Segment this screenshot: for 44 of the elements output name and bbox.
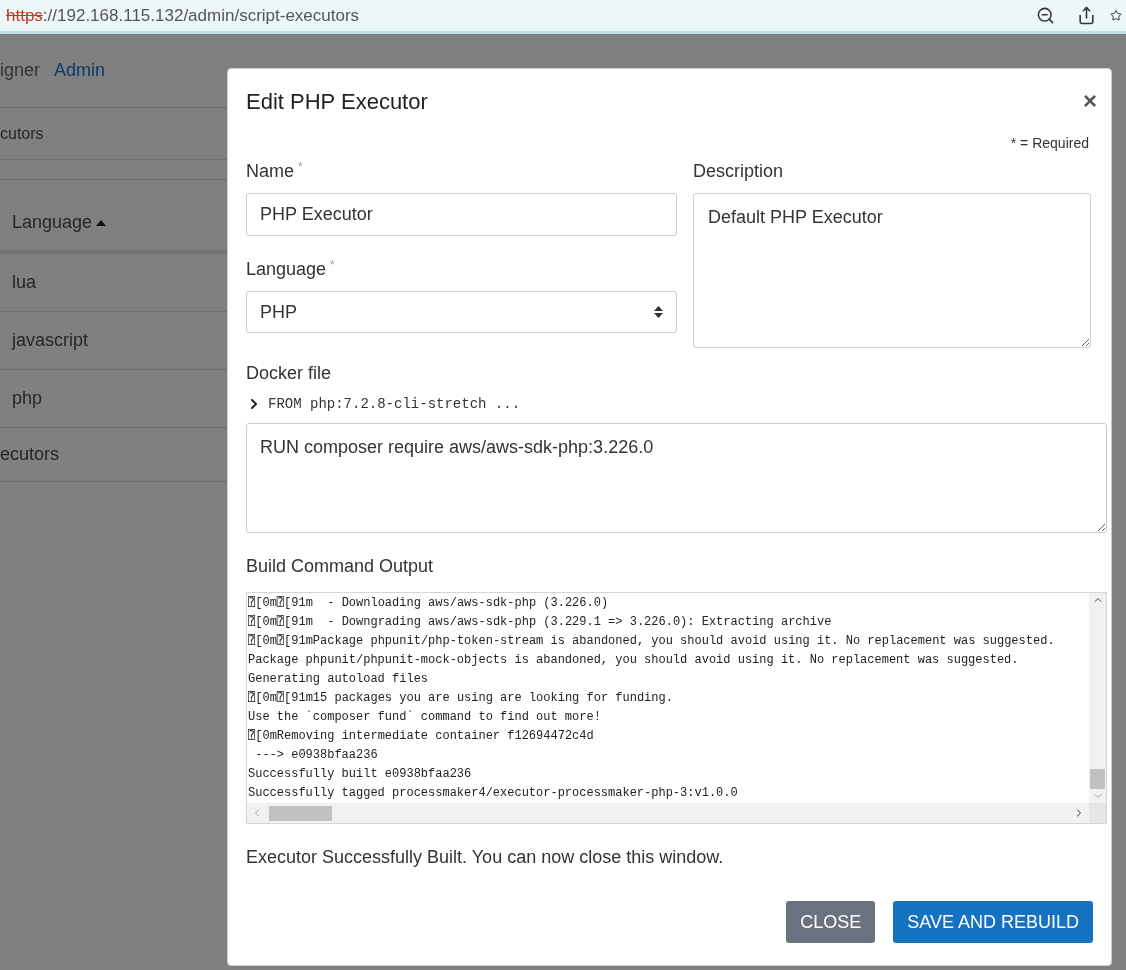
field-label: Build Command Output xyxy=(246,556,434,576)
description-field[interactable]: Default PHP Executor xyxy=(693,193,1091,348)
status-message: Executor Successfully Built. You can now close this window. xyxy=(246,847,724,867)
output-line: Package phpunit/phpunit-mock-objects is abandoned, you should avoid using it. No replacement was suggested. xyxy=(248,652,1020,669)
output-line: ⍰[0m⍰[91m - Downgrading aws/aws-sdk-php (3.229.1 => 3.226.0): Extracting archive xyxy=(248,614,833,631)
output-line: Generating autoload files xyxy=(248,671,430,688)
zoom-out-icon[interactable] xyxy=(1036,6,1055,25)
table-cell-text: javascript xyxy=(12,329,89,352)
field-label: Description xyxy=(693,160,784,183)
required-mark: * xyxy=(330,257,335,274)
field-label: Docker file xyxy=(246,363,332,383)
close-button[interactable]: CLOSE xyxy=(786,901,876,943)
output-line: ⍰[0m⍰[91m15 packages you are using are looking for funding. xyxy=(248,690,674,707)
scrollbar-thumb[interactable] xyxy=(269,805,332,821)
table-cell-text: lua xyxy=(12,271,37,294)
output-line: ⍰[0m⍰[91m - Downloading aws/aws-sdk-php (3.226.0) xyxy=(248,595,610,612)
sort-caret-icon xyxy=(96,220,107,226)
table-cell-text: php xyxy=(12,387,43,410)
required-note: * = Required xyxy=(1010,134,1089,153)
language-select[interactable]: PHP xyxy=(246,291,677,333)
dockerfile-field[interactable]: RUN composer require aws/aws-sdk-php:3.226.0 xyxy=(246,423,1107,533)
output-line: Use the `composer fund` command to find out more! xyxy=(248,709,602,726)
field-label: Name xyxy=(246,160,294,183)
save-button[interactable]: SAVE AND REBUILD xyxy=(893,901,1093,943)
dockerfile-summary[interactable]: FROM php:7.2.8-cli-stretch ... xyxy=(246,393,1093,415)
output-line: Successfully tagged processmaker4/executor-processmaker-php-3:v1.0.0 xyxy=(248,785,739,802)
field-label: Language xyxy=(246,258,327,281)
column-header[interactable]: Language xyxy=(12,209,93,236)
output-line: ---> e0938bfaa236 xyxy=(254,747,379,764)
output-line: ⍰[0m⍰[91mPackage phpunit/php-token-stream is abandoned, you should avoid using it. No replacement was suggested. xyxy=(248,633,1056,650)
output-line: Successfully built e0938bfaa236 xyxy=(248,766,473,783)
section-title: ecutors xyxy=(0,443,60,466)
scrollbar-corner xyxy=(1089,803,1106,823)
scrollbar-thumb[interactable] xyxy=(1090,769,1105,789)
name-field[interactable]: PHP Executor xyxy=(246,193,677,236)
output-line: ⍰[0mRemoving intermediate container f12694472c4d xyxy=(248,728,595,745)
required-mark: * xyxy=(298,159,303,176)
share-icon[interactable] xyxy=(1077,6,1096,25)
select-arrows-icon xyxy=(654,306,663,318)
breadcrumb-text: cutors xyxy=(0,123,44,144)
vertical-scrollbar[interactable] xyxy=(1089,593,1106,803)
url-text[interactable]: https://192.168.115.132/admin/script-executors xyxy=(6,2,1036,29)
modal-title: Edit PHP Executor xyxy=(246,87,428,116)
horizontal-scrollbar[interactable] xyxy=(247,803,1089,823)
